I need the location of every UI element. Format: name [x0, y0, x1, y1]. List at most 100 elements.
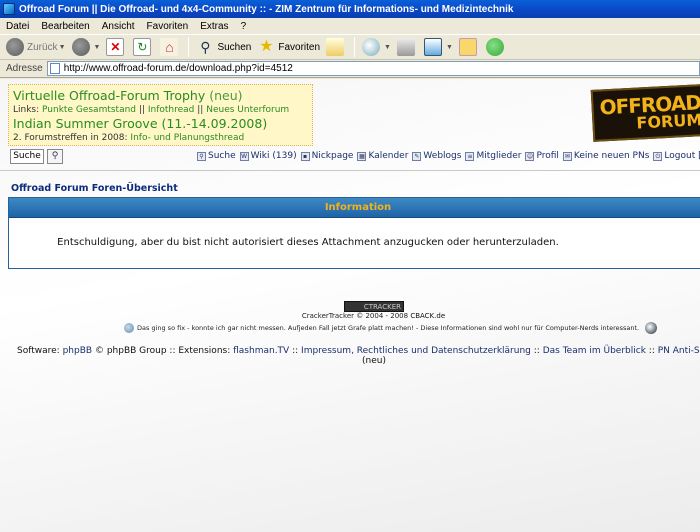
wiki-icon: W: [239, 151, 249, 161]
search-label: Suchen: [217, 41, 252, 53]
pn-anti-spammer-link[interactable]: PN Anti-Spammer: [658, 346, 700, 356]
nav-label: Weblogs: [423, 151, 462, 161]
search-icon: ⚲: [197, 151, 206, 161]
mail-icon: [362, 38, 381, 56]
mail-dropdown-icon[interactable]: ▼: [384, 44, 391, 51]
crackertracker-badge[interactable]: CTRACKER: [344, 301, 404, 312]
home-icon: ⌂: [160, 38, 179, 56]
credits-separator: ::: [533, 346, 540, 356]
calendar-icon: ▦: [357, 151, 367, 161]
menu-extras[interactable]: Extras: [194, 21, 234, 32]
header-divider: [0, 170, 700, 171]
quick-search-button[interactable]: Suche: [10, 149, 44, 164]
nav-profil[interactable]: ☺ Profil: [525, 151, 559, 161]
team-link[interactable]: Das Team im Überblick: [543, 346, 646, 356]
mail-button[interactable]: ▼: [359, 36, 394, 58]
phpbb-link[interactable]: phpBB: [63, 346, 92, 356]
nav-mitglieder[interactable]: ≡ Mitglieder: [465, 151, 521, 161]
forum-navbar: Suche ⚲ ⚲ Suche W Wiki (139) ▪ Nickpage ▦ Ka…: [0, 149, 700, 165]
nav-label: Wiki (139): [250, 151, 297, 161]
flashman-link[interactable]: flashman.TV: [233, 346, 289, 356]
edit-dropdown-icon[interactable]: ▼: [446, 44, 453, 51]
information-message: Entschuldigung, aber du bist nicht autor…: [57, 237, 559, 248]
announcement-box: Virtuelle Offroad-Forum Trophy (neu) Lin…: [8, 84, 313, 146]
media-button[interactable]: [323, 36, 350, 58]
links-prefix: Links:: [13, 105, 40, 115]
back-dropdown-icon[interactable]: ▼: [59, 44, 66, 51]
nav-wiki[interactable]: W Wiki (139): [239, 151, 297, 161]
credits-separator: ::: [292, 346, 299, 356]
toolbar-separator: [354, 37, 356, 57]
logo-line2: FORUM: [636, 110, 700, 133]
members-icon: ≡: [465, 151, 475, 161]
ie-app-icon: [3, 3, 15, 15]
nav-suche[interactable]: ⚲ Suche: [197, 151, 236, 161]
offroad-forum-logo[interactable]: OFFROAD FORUM: [590, 84, 700, 142]
address-url: http://www.offroad-forum.de/download.php…: [63, 63, 293, 74]
nav-pns[interactable]: ✉ Keine neuen PNs: [562, 151, 649, 161]
announce-line3: 2. Forumstreffen in 2008: Info- und Plan…: [13, 132, 308, 144]
trophy-title[interactable]: Virtuelle Offroad-Forum Trophy: [13, 88, 205, 103]
menu-help[interactable]: ?: [235, 21, 253, 32]
nav-nickpage[interactable]: ▪ Nickpage: [300, 151, 353, 161]
edit-icon: [423, 38, 442, 56]
print-button[interactable]: [394, 36, 421, 58]
nav-links: ⚲ Suche W Wiki (139) ▪ Nickpage ▦ Kalender ✎…: [197, 151, 700, 161]
forward-dropdown-icon[interactable]: ▼: [94, 44, 101, 51]
profile-icon: ☺: [525, 151, 535, 161]
announce-links: Links: Punkte Gesamtstand || Infothread …: [13, 104, 308, 116]
media-icon: [326, 38, 345, 56]
address-input[interactable]: http://www.offroad-forum.de/download.php…: [46, 61, 700, 76]
announce-line2[interactable]: Indian Summer Groove (11.-14.09.2008): [13, 116, 308, 132]
search-button[interactable]: ⚲ Suchen: [193, 36, 254, 58]
toolbar-separator: [188, 37, 190, 57]
menu-bar: Datei Bearbeiten Ansicht Favoriten Extra…: [0, 18, 700, 35]
nav-label: Mitglieder: [476, 151, 522, 161]
breadcrumb-forum-index[interactable]: Offroad Forum Foren-Übersicht: [11, 183, 178, 194]
message-icon: ✉: [562, 151, 572, 161]
favorites-label: Favoriten: [278, 41, 321, 53]
nav-kalender[interactable]: ▦ Kalender: [357, 151, 408, 161]
crackertracker-text: CrackerTracker © 2004 - 2008 CBACK.de: [0, 312, 700, 320]
link-neues-unterforum[interactable]: Neues Unterforum: [206, 105, 289, 115]
software-prefix: Software:: [17, 346, 60, 356]
back-button[interactable]: Zurück ▼: [3, 36, 69, 58]
software-credits: Software: phpBB © phpBB Group :: Extensi…: [17, 346, 700, 356]
messenger-icon: [485, 38, 504, 56]
stop-button[interactable]: ✕: [103, 36, 130, 58]
menu-datei[interactable]: Datei: [0, 21, 35, 32]
edit-button[interactable]: ▼: [421, 36, 456, 58]
credits-separator: ::: [648, 346, 655, 356]
messenger-button[interactable]: [483, 36, 510, 58]
back-arrow-icon: [6, 38, 24, 56]
menu-favoriten[interactable]: Favoriten: [141, 21, 195, 32]
link-infothread[interactable]: Infothread: [148, 105, 195, 115]
address-bar: Adresse http://www.offroad-forum.de/down…: [0, 60, 700, 78]
nav-logout[interactable]: ⏻Logout [ M: [653, 151, 700, 161]
folder-button[interactable]: [456, 36, 483, 58]
cback-link[interactable]: CBACK.de: [410, 312, 445, 320]
page-content: Virtuelle Offroad-Forum Trophy (neu) Lin…: [0, 79, 700, 532]
home-button[interactable]: ⌂: [157, 36, 184, 58]
link-planungsthread[interactable]: Info- und Planungsthread: [130, 133, 244, 143]
toolbar: Zurück ▼ ▼ ✕ ↻ ⌂ ⚲ Suchen ★ Favoriten ▼ …: [0, 35, 700, 60]
announce-line1: Virtuelle Offroad-Forum Trophy (neu): [13, 88, 308, 104]
menu-ansicht[interactable]: Ansicht: [96, 21, 141, 32]
nerd-icon: [645, 322, 658, 334]
treffen-prefix: 2. Forumstreffen in 2008:: [13, 133, 128, 143]
address-label: Adresse: [6, 63, 43, 74]
nav-label: Logout [ M: [664, 151, 700, 161]
forward-button[interactable]: ▼: [69, 36, 104, 58]
nav-weblogs[interactable]: ✎ Weblogs: [412, 151, 461, 161]
refresh-button[interactable]: ↻: [130, 36, 157, 58]
magnifier-icon[interactable]: ⚲: [47, 149, 63, 164]
impressum-link[interactable]: Impressum, Rechtliches und Datenschutzer…: [301, 346, 531, 356]
stats-icon: [124, 323, 134, 333]
forward-arrow-icon: [71, 38, 90, 56]
favorites-button[interactable]: ★ Favoriten: [254, 36, 323, 58]
nav-label: Kalender: [368, 151, 409, 161]
menu-bearbeiten[interactable]: Bearbeiten: [35, 21, 95, 32]
trophy-neu: (neu): [209, 88, 243, 103]
window-title-bar: Offroad Forum || Die Offroad- und 4x4-Co…: [0, 0, 700, 18]
link-punkte-gesamtstand[interactable]: Punkte Gesamtstand: [42, 105, 136, 115]
